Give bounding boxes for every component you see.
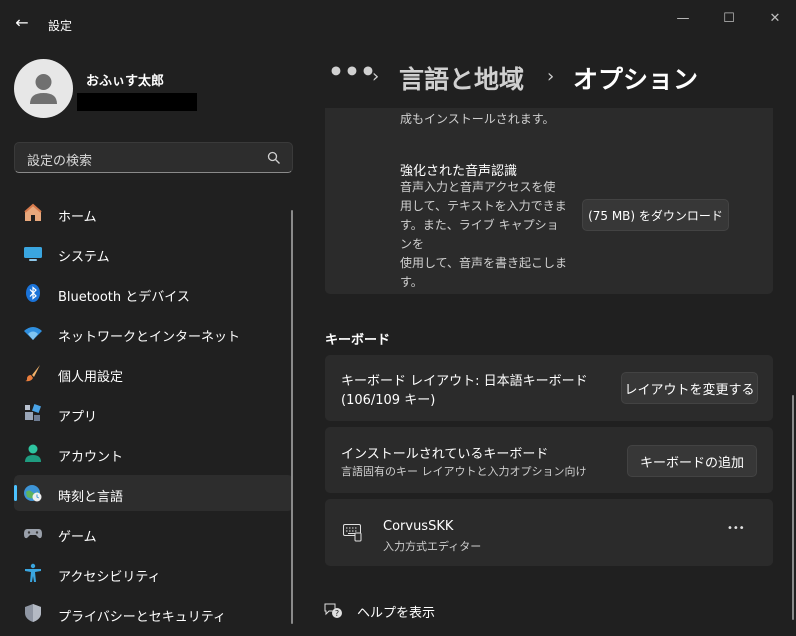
breadcrumb-parent[interactable]: 言語と地域: [399, 60, 524, 96]
sidebar-item-label: アカウント: [58, 450, 124, 465]
more-options-button[interactable]: •••: [727, 523, 745, 534]
speech-description-line: 音声入力と音声アクセスを使: [400, 180, 556, 194]
search-icon: [267, 151, 280, 164]
account-icon: [25, 444, 41, 462]
sidebar-item-label: ホーム: [58, 210, 97, 225]
speech-description-line: す。また、ライブ キャプションを: [400, 218, 559, 251]
installed-keyboards-title: インストールされているキーボード: [341, 447, 549, 462]
back-arrow-icon: ←: [15, 12, 29, 32]
search-box[interactable]: 設定の検索: [14, 142, 293, 173]
keyboard-layout-title-line: (106/109 キー): [341, 393, 436, 408]
speech-description-line: 用して、テキストを入力できま: [400, 199, 567, 213]
close-icon: ✕: [769, 10, 781, 26]
content-scrollbar[interactable]: [792, 395, 794, 620]
sidebar-item-gaming[interactable]: ゲーム: [14, 515, 293, 551]
sidebar-item-label: プライバシーとセキュリティ: [58, 610, 226, 625]
keyboard-layout-card: キーボード レイアウト: 日本語キーボード (106/109 キー) レイアウト…: [325, 355, 773, 421]
app-title: 設定: [48, 19, 73, 33]
change-layout-button[interactable]: レイアウトを変更する: [621, 372, 758, 404]
sidebar-nav: ホーム システム Bluetooth とデバイス ネットワークとインターネット …: [14, 195, 293, 635]
download-button[interactable]: (75 MB) をダウンロード: [582, 199, 729, 231]
keyboard-layout-title-line: キーボード レイアウト: 日本語キーボード: [341, 374, 588, 389]
shield-icon: [25, 604, 41, 622]
sidebar-item-system[interactable]: システム: [14, 235, 293, 271]
breadcrumb-more[interactable]: •••: [328, 57, 376, 86]
title-bar: ← 設定 — ☐ ✕: [0, 0, 796, 40]
add-keyboard-button[interactable]: キーボードの追加: [627, 445, 757, 477]
svg-text:?: ?: [335, 609, 339, 618]
sidebar-scrollbar[interactable]: [291, 210, 293, 624]
speech-description: 音声入力と音声アクセスを使 用して、テキストを入力できま す。また、ライブ キャ…: [400, 178, 570, 292]
minimize-button[interactable]: —: [660, 6, 706, 30]
sidebar-item-label: アプリ: [58, 410, 98, 425]
sidebar-item-label: 個人用設定: [58, 370, 124, 385]
speech-title: 強化された音声認識: [400, 164, 518, 179]
user-silhouette-icon: [30, 74, 57, 104]
maximize-button[interactable]: ☐: [706, 6, 752, 30]
keyboard-icon: [343, 524, 362, 542]
maximize-icon: ☐: [723, 10, 735, 26]
sidebar-item-label: アクセシビリティ: [58, 570, 161, 585]
sidebar-item-accessibility[interactable]: アクセシビリティ: [14, 555, 293, 591]
avatar[interactable]: [14, 59, 73, 118]
sidebar-item-home[interactable]: ホーム: [14, 195, 293, 231]
system-icon: [24, 247, 42, 261]
sidebar-item-privacy[interactable]: プライバシーとセキュリティ: [14, 595, 293, 631]
sidebar-item-personalization[interactable]: 個人用設定: [14, 355, 293, 391]
sidebar-item-network[interactable]: ネットワークとインターネット: [14, 315, 293, 351]
chevron-right-icon: ›: [372, 66, 380, 87]
keyboard-section-heading: キーボード: [325, 333, 391, 348]
time-language-icon: [24, 485, 42, 502]
brush-icon: [25, 365, 40, 382]
sidebar-item-accounts[interactable]: アカウント: [14, 435, 293, 471]
partial-description: 成もインストールされます。: [400, 112, 555, 126]
home-icon: [24, 203, 42, 221]
user-email-redacted: [77, 93, 197, 111]
installed-keyboards-subtitle: 言語固有のキー レイアウトと入力オプション向け: [341, 465, 587, 478]
speech-description-line: す。: [400, 275, 423, 289]
sidebar-item-label: システム: [58, 250, 110, 265]
sidebar-item-time-language[interactable]: 時刻と言語: [14, 475, 293, 511]
ime-card[interactable]: CorvusSKK 入力方式エディター •••: [325, 499, 773, 566]
ime-subtitle: 入力方式エディター: [383, 540, 482, 553]
sidebar-item-label: ゲーム: [58, 530, 97, 545]
page-title: オプション: [573, 65, 699, 94]
user-name: おふぃす太郎: [86, 74, 165, 89]
sidebar-item-label: ネットワークとインターネット: [58, 330, 241, 345]
speech-card: 成もインストールされます。 強化された音声認識 音声入力と音声アクセスを使 用し…: [325, 108, 773, 294]
keyboard-layout-title: キーボード レイアウト: 日本語キーボード (106/109 キー): [341, 372, 588, 410]
chevron-right-icon: ›: [547, 66, 555, 87]
content-pane: 成もインストールされます。 強化された音声認識 音声入力と音声アクセスを使 用し…: [310, 108, 796, 636]
installed-keyboards-card[interactable]: インストールされているキーボード 言語固有のキー レイアウトと入力オプション向け…: [325, 427, 773, 493]
bluetooth-icon: [26, 284, 40, 302]
accessibility-icon: [25, 563, 41, 582]
sidebar-item-apps[interactable]: アプリ: [14, 395, 293, 431]
help-link[interactable]: ヘルプを表示: [357, 602, 435, 621]
search-input[interactable]: 設定の検索: [27, 150, 92, 169]
sidebar-item-label: 時刻と言語: [58, 490, 124, 505]
sidebar-item-bluetooth[interactable]: Bluetooth とデバイス: [14, 275, 293, 311]
help-icon: ?: [324, 602, 344, 620]
gamepad-icon: [24, 529, 42, 539]
wifi-icon: [24, 327, 42, 340]
sidebar-item-label: Bluetooth とデバイス: [58, 290, 190, 305]
apps-icon: [25, 404, 41, 421]
minimize-icon: —: [676, 10, 690, 26]
close-button[interactable]: ✕: [752, 6, 796, 30]
back-button[interactable]: ←: [10, 10, 34, 34]
ime-name: CorvusSKK: [383, 519, 454, 534]
speech-description-line: 使用して、音声を書き起こしま: [400, 256, 568, 270]
